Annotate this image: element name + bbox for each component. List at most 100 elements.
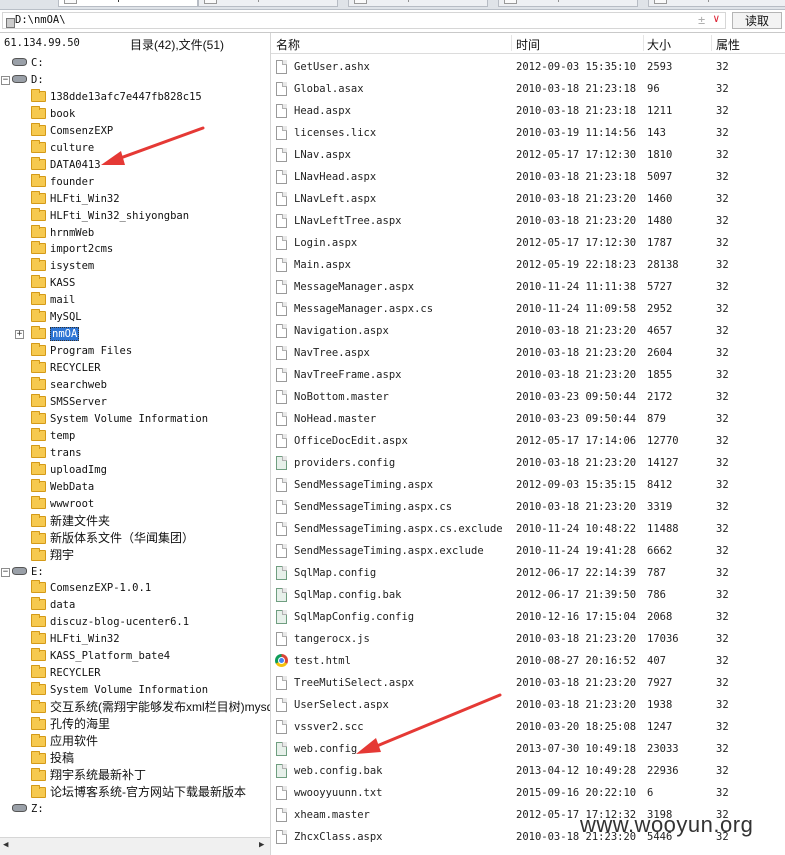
tree-folder[interactable]: searchweb [31,377,107,393]
tree-folder[interactable]: RECYCLER [31,665,101,681]
tree-folder[interactable]: wwwroot [31,495,94,512]
file-row[interactable]: SqlMapConfig.config 2010-12-16 17:15:04 20… [271,606,785,628]
collapse-icon[interactable]: − [1,567,10,577]
column-divider[interactable] [643,35,644,51]
file-row[interactable]: tangerocx.js 2010-03-18 21:23:20 17036 32 [271,628,785,650]
expand-icon[interactable]: + [15,330,24,340]
tree-folder[interactable]: 交互系统(需翔宇能够发布xml栏目树)mysql [31,699,270,715]
tree-folder[interactable]: Program Files [31,343,132,359]
tree-folder[interactable]: DATA0413 [31,156,101,173]
tree-folder[interactable]: temp [31,427,75,444]
file-row[interactable]: web.config 2013-07-30 10:49:18 23033 32 [271,738,785,760]
scroll-left-icon[interactable]: ◀ [3,840,8,850]
file-row[interactable]: SendMessageTiming.aspx.cs.exclude 2010-11… [271,518,785,540]
tree-drive[interactable]: C: [12,55,44,71]
file-row[interactable]: NavTreeFrame.aspx 2010-03-18 21:23:20 1855… [271,364,785,386]
file-row[interactable]: GetUser.ashx 2012-09-03 15:35:10 2593 32 [271,56,785,78]
tree-folder[interactable]: hrnmWeb [31,224,94,241]
tree-folder[interactable]: KASS_Platform_bate4 [31,648,170,664]
scroll-right-icon[interactable]: ▶ [259,840,264,850]
browser-tab[interactable]: www.clp-md.com [198,0,338,7]
file-row[interactable]: LNavLeft.aspx 2010-03-18 21:23:20 1460 32 [271,188,785,210]
tree-folder[interactable]: 应用软件 [31,733,98,749]
tree-folder[interactable]: data [31,597,75,613]
file-row[interactable]: NoBottom.master 2010-03-23 09:50:44 2172 32 [271,386,785,408]
tree-folder[interactable]: RECYCLER [31,360,101,376]
file-row[interactable]: test.html 2010-08-27 20:16:52 407 32 [271,650,785,672]
tree-folder[interactable]: WebData [31,478,94,495]
tree-folder[interactable]: 新建文件夹 [31,513,110,529]
file-row[interactable]: TreeMutiSelect.aspx 2010-03-18 21:23:20 79… [271,672,785,694]
tree-folder[interactable]: System Volume Information [31,682,208,698]
favorite-icon[interactable]: ± [698,13,705,27]
tree-drive[interactable]: − D: [1,72,44,88]
browser-tab[interactable]: www.clp-md.com [648,0,785,7]
tree-folder[interactable]: 孔传的海里 [31,716,110,732]
file-row[interactable]: Global.asax 2010-03-18 21:23:18 96 32 [271,78,785,100]
tree-folder[interactable]: 翔宇系统最新补丁 [31,767,146,783]
tree-folder[interactable]: 138dde13afc7e447fb828c15 [31,88,202,105]
tree-folder[interactable]: MySQL [31,309,82,325]
column-header-attr[interactable]: 属性 [716,36,740,53]
tree-folder[interactable]: mail [31,292,75,308]
column-divider[interactable] [711,35,712,51]
tree-folder[interactable]: 新版体系文件（华闻集团） [31,530,194,546]
tree-horizontal-scrollbar[interactable]: ◀ ▶ [0,837,270,855]
browser-tab[interactable]: www.clp-md.com [498,0,638,7]
file-row[interactable]: NavTree.aspx 2010-03-18 21:23:20 2604 32 [271,342,785,364]
read-button[interactable]: 读取 [732,12,782,29]
tree-folder[interactable]: founder [31,173,94,190]
file-row[interactable]: LNavHead.aspx 2010-03-18 21:23:18 5097 32 [271,166,785,188]
file-row[interactable]: providers.config 2010-03-18 21:23:20 14127… [271,452,785,474]
tree-folder[interactable]: 论坛博客系统-官方网站下载最新版本 [31,784,246,800]
tree-folder[interactable]: HLFti_Win32 [31,631,120,647]
tree-folder[interactable]: book [31,105,75,122]
tree-folder[interactable]: System Volume Information [31,410,208,427]
file-row[interactable]: SqlMap.config 2012-06-17 22:14:39 787 32 [271,562,785,584]
column-header-size[interactable]: 大小 [647,36,671,53]
tree-folder[interactable]: isystem [31,258,94,274]
file-row[interactable]: UserSelect.aspx 2010-03-18 21:23:20 1938 32 [271,694,785,716]
file-row[interactable]: NoHead.master 2010-03-23 09:50:44 879 32 [271,408,785,430]
tree-folder[interactable]: trans [31,444,82,461]
file-row[interactable]: web.config.bak 2013-04-12 10:49:28 22936 32 [271,760,785,782]
browser-tab[interactable]: www.clp-md.com [348,0,488,7]
tree-folder[interactable]: HLFti_Win32 [31,190,120,207]
browser-tab[interactable]: www.clp-md.com [58,0,198,7]
file-row[interactable]: Main.aspx 2012-05-19 22:18:23 28138 32 [271,254,785,276]
column-header-name[interactable]: 名称 [276,36,300,53]
tree-folder[interactable]: 翔宇 [31,547,74,563]
file-row[interactable]: SqlMap.config.bak 2012-06-17 21:39:50 786 3… [271,584,785,606]
tree-folder[interactable]: ComsenzEXP-1.0.1 [31,580,151,596]
file-row[interactable]: Head.aspx 2010-03-18 21:23:18 1211 32 [271,100,785,122]
tree-folder[interactable]: uploadImg [31,461,107,478]
tree-folder[interactable]: import2cms [31,241,113,257]
column-divider[interactable] [511,35,512,51]
file-row[interactable]: wwooyyuunn.txt 2015-09-16 20:22:10 6 32 [271,782,785,804]
file-row[interactable]: OfficeDocEdit.aspx 2012-05-17 17:14:06 127… [271,430,785,452]
file-row[interactable]: SendMessageTiming.aspx.exclude 2010-11-24… [271,540,785,562]
collapse-icon[interactable]: − [1,75,10,85]
file-row[interactable]: LNav.aspx 2012-05-17 17:12:30 1810 32 [271,144,785,166]
history-dropdown-icon[interactable]: ∨ [713,12,720,25]
tree-folder[interactable]: 投稿 [31,750,74,766]
tree-folder[interactable]: + nmOA [15,326,80,342]
tree-folder[interactable]: ComsenzEXP [31,122,113,139]
path-input[interactable]: D:\nmOA\ [2,12,726,29]
tree-folder[interactable]: culture [31,139,94,156]
tree-drive[interactable]: − E: [1,564,44,580]
file-row[interactable]: vssver2.scc 2010-03-20 18:25:08 1247 32 [271,716,785,738]
file-row[interactable]: Login.aspx 2012-05-17 17:12:30 1787 32 [271,232,785,254]
tree-folder[interactable]: discuz-blog-ucenter6.1 [31,614,189,630]
column-header-time[interactable]: 时间 [516,36,540,53]
tree-folder[interactable]: KASS [31,275,75,291]
file-row[interactable]: MessageManager.aspx.cs 2010-11-24 11:09:5… [271,298,785,320]
file-row[interactable]: LNavLeftTree.aspx 2010-03-18 21:23:20 1480… [271,210,785,232]
file-row[interactable]: Navigation.aspx 2010-03-18 21:23:20 4657 32 [271,320,785,342]
tree-folder[interactable]: SMSServer [31,394,107,410]
tree-drive[interactable]: Z: [12,801,44,817]
tree-folder[interactable]: HLFti_Win32_shiyongban [31,207,189,224]
file-row[interactable]: SendMessageTiming.aspx 2012-09-03 15:35:1… [271,474,785,496]
file-row[interactable]: MessageManager.aspx 2010-11-24 11:11:38 57… [271,276,785,298]
file-row[interactable]: licenses.licx 2010-03-19 11:14:56 143 32 [271,122,785,144]
